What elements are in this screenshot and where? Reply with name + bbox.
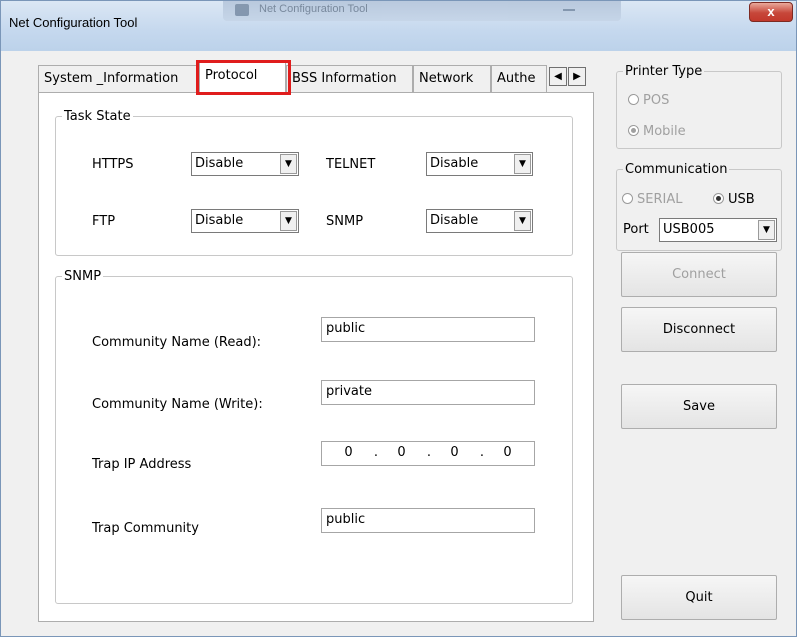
chevron-down-icon: ▼ xyxy=(758,220,775,240)
ftp-select[interactable]: Disable ▼ xyxy=(191,209,299,233)
chevron-down-icon: ▼ xyxy=(280,154,297,174)
window-title: Net Configuration Tool xyxy=(9,15,138,30)
ftp-value: Disable xyxy=(195,213,244,228)
trap-ip-input[interactable]: 0. 0. 0. 0 xyxy=(321,441,535,466)
https-select[interactable]: Disable ▼ xyxy=(191,152,299,176)
radio-pos[interactable]: POS xyxy=(628,93,669,108)
connect-button[interactable]: Connect xyxy=(621,252,777,297)
protocol-tab-panel: Task State HTTPS Disable ▼ TELNET Disabl… xyxy=(38,92,594,622)
radio-usb-label: USB xyxy=(728,192,755,207)
radio-serial[interactable]: SERIAL xyxy=(622,192,682,207)
port-select[interactable]: USB005 ▼ xyxy=(659,218,777,242)
ip-octet-3: 0. xyxy=(450,445,484,460)
save-button[interactable]: Save xyxy=(621,384,777,429)
tab-highlight-box xyxy=(196,60,291,95)
background-window-title: Net Configuration Tool xyxy=(223,1,621,21)
task-state-group: Task State xyxy=(55,109,573,256)
tab-scroll-left-icon[interactable]: ◀ xyxy=(549,67,567,86)
chevron-down-icon: ▼ xyxy=(280,211,297,231)
port-value: USB005 xyxy=(663,222,715,237)
https-label: HTTPS xyxy=(92,157,134,172)
radio-button-selected-icon xyxy=(713,193,724,204)
chevron-down-icon: ▼ xyxy=(514,211,531,231)
trap-ip-label: Trap IP Address xyxy=(92,457,192,472)
radio-mobile[interactable]: Mobile xyxy=(628,124,686,139)
ip-octet-4: 0 xyxy=(503,445,512,460)
telnet-value: Disable xyxy=(430,156,479,171)
snmp-value: Disable xyxy=(430,213,479,228)
disconnect-button[interactable]: Disconnect xyxy=(621,307,777,352)
community-write-input[interactable]: private xyxy=(321,380,535,405)
tab-authentication[interactable]: Authe xyxy=(491,65,547,92)
radio-pos-label: POS xyxy=(643,93,670,108)
tab-scroll-right-icon[interactable]: ▶ xyxy=(568,67,586,86)
radio-usb[interactable]: USB xyxy=(713,192,755,207)
port-label: Port xyxy=(623,222,649,237)
radio-button-icon xyxy=(628,94,639,105)
snmp-task-label: SNMP xyxy=(326,214,364,229)
minimize-icon xyxy=(563,9,575,11)
tab-bss-information[interactable]: BSS Information xyxy=(286,65,413,92)
app-window: Net Configuration Tool Net Configuration… xyxy=(0,0,797,637)
close-button[interactable]: x xyxy=(749,2,793,22)
snmp-select[interactable]: Disable ▼ xyxy=(426,209,533,233)
tab-network[interactable]: Network xyxy=(413,65,491,92)
snmp-group-title: SNMP xyxy=(64,269,102,284)
ip-octet-1: 0. xyxy=(344,445,378,460)
background-window-title-text: Net Configuration Tool xyxy=(259,3,368,15)
printer-type-title: Printer Type xyxy=(625,64,703,79)
community-write-label: Community Name (Write): xyxy=(92,397,263,412)
trap-community-label: Trap Community xyxy=(92,521,199,536)
task-state-title: Task State xyxy=(64,109,131,124)
https-value: Disable xyxy=(195,156,244,171)
telnet-label: TELNET xyxy=(326,157,376,172)
trap-community-input[interactable]: public xyxy=(321,508,535,533)
community-read-label: Community Name (Read): xyxy=(92,335,262,350)
chevron-down-icon: ▼ xyxy=(514,154,531,174)
community-read-input[interactable]: public xyxy=(321,317,535,342)
ip-octet-2: 0. xyxy=(397,445,431,460)
radio-serial-label: SERIAL xyxy=(637,192,683,207)
communication-title: Communication xyxy=(625,162,728,177)
title-bar: Net Configuration Tool Net Configuration… xyxy=(1,1,796,51)
ftp-label: FTP xyxy=(92,214,116,229)
radio-mobile-label: Mobile xyxy=(643,124,686,139)
tab-system-information[interactable]: System _Information xyxy=(38,65,199,92)
telnet-select[interactable]: Disable ▼ xyxy=(426,152,533,176)
radio-button-icon xyxy=(622,193,633,204)
app-icon xyxy=(235,4,249,16)
quit-button[interactable]: Quit xyxy=(621,575,777,620)
radio-button-selected-icon xyxy=(628,125,639,136)
